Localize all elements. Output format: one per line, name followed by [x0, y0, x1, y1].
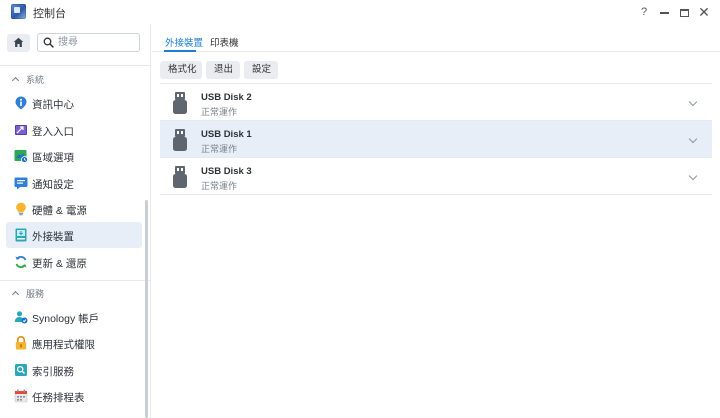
sidebar-item-label: Synology 帳戶	[32, 313, 100, 325]
info-icon	[15, 96, 27, 110]
sidebar-item-label: 外接裝置	[32, 231, 74, 243]
home-button[interactable]	[7, 34, 30, 52]
regional-options-icon	[14, 150, 28, 163]
device-status: 正常運作	[201, 181, 238, 191]
sidebar-item-label: 硬體 & 電源	[32, 205, 87, 217]
sidebar-item-login-portal[interactable]: 登入入口	[6, 117, 142, 143]
synology-account-icon	[14, 311, 28, 324]
chevron-down-icon[interactable]	[688, 171, 698, 181]
sidebar-item-label: 資訊中心	[32, 99, 74, 111]
collapse-caret-icon	[11, 76, 20, 85]
section-header-label: 服務	[26, 289, 45, 299]
main-panel: 外接裝置 印表機 格式化 退出 設定 USB Disk 2 正常運作 USB D…	[152, 24, 720, 418]
device-row-usb-disk-1[interactable]: USB Disk 1 正常運作	[160, 121, 712, 158]
sidebar-item-label: 任務排程表	[32, 392, 85, 404]
sidebar-item-task-scheduler[interactable]: 任務排程表	[6, 383, 142, 409]
device-row-usb-disk-3[interactable]: USB Disk 3 正常運作	[160, 158, 712, 195]
device-name: USB Disk 1	[201, 129, 252, 140]
sidebar-item-label: 區域選項	[32, 152, 74, 164]
settings-button[interactable]: 設定	[244, 61, 278, 79]
sidebar-scrollbar[interactable]	[145, 200, 148, 418]
help-button[interactable]: ?	[634, 2, 654, 22]
usb-drive-icon	[173, 166, 187, 188]
usb-drive-icon	[173, 92, 187, 114]
sidebar-item-label: 通知設定	[32, 179, 74, 191]
section-header-services[interactable]: 服務	[11, 287, 45, 301]
tab-printers[interactable]: 印表機	[210, 35, 239, 49]
minimize-button[interactable]	[654, 2, 674, 22]
usb-drive-icon	[173, 129, 187, 151]
sidebar-item-application-privileges[interactable]: 應用程式權限	[6, 330, 142, 356]
window-title: 控制台	[33, 8, 66, 20]
app-privileges-icon	[15, 336, 27, 350]
sidebar-item-indexing-service[interactable]: 索引服務	[6, 357, 142, 383]
notification-icon	[14, 177, 28, 190]
search-input[interactable]	[58, 36, 136, 49]
sidebar-item-regional-options[interactable]: 區域選項	[6, 143, 142, 169]
sidebar-item-info-center[interactable]: 資訊中心	[6, 90, 142, 116]
sidebar-item-label: 索引服務	[32, 366, 74, 378]
tab-bar: 外接裝置 印表機	[152, 24, 720, 52]
chevron-down-icon[interactable]	[688, 97, 698, 107]
hardware-power-icon	[16, 202, 26, 216]
login-portal-icon	[15, 125, 27, 135]
sidebar-divider	[0, 280, 151, 281]
device-row-usb-disk-2[interactable]: USB Disk 2 正常運作	[160, 84, 712, 121]
update-restore-icon	[15, 256, 27, 268]
collapse-caret-icon	[11, 290, 20, 299]
eject-button[interactable]: 退出	[206, 61, 240, 79]
chevron-down-icon[interactable]	[688, 134, 698, 144]
device-status: 正常運作	[201, 107, 238, 117]
device-name: USB Disk 2	[201, 92, 252, 103]
home-icon	[13, 37, 24, 47]
control-panel-app-icon	[11, 4, 26, 19]
device-status: 正常運作	[201, 144, 238, 154]
sidebar-item-notifications[interactable]: 通知設定	[6, 170, 142, 196]
device-list: USB Disk 2 正常運作 USB Disk 1 正常運作 USB Disk…	[160, 83, 712, 195]
active-tab-indicator	[164, 50, 196, 52]
external-devices-icon	[15, 228, 27, 242]
search-icon	[43, 37, 54, 48]
sidebar-item-label: 登入入口	[32, 126, 74, 138]
section-header-label: 系統	[26, 75, 45, 85]
close-button[interactable]: ✕	[694, 2, 714, 22]
tab-external-devices[interactable]: 外接裝置	[165, 35, 203, 49]
minimize-icon	[659, 12, 669, 14]
title-bar: 控制台 ? ✕	[0, 0, 720, 24]
sidebar: 系統 資訊中心 登入入口 區域選項 通知設	[0, 24, 151, 418]
sidebar-item-hardware-power[interactable]: 硬體 & 電源	[6, 196, 142, 222]
sidebar-item-label: 應用程式權限	[32, 339, 95, 351]
device-name: USB Disk 3	[201, 166, 252, 177]
task-scheduler-icon	[14, 389, 28, 403]
sidebar-divider	[0, 65, 151, 66]
sidebar-item-external-devices[interactable]: 外接裝置	[6, 222, 142, 248]
search-field[interactable]	[37, 33, 140, 52]
indexing-service-icon	[15, 364, 27, 376]
maximize-icon	[679, 8, 689, 17]
format-button[interactable]: 格式化	[160, 61, 202, 79]
section-header-system[interactable]: 系統	[11, 73, 45, 87]
sidebar-item-label: 更新 & 還原	[32, 258, 87, 270]
sidebar-item-synology-account[interactable]: Synology 帳戶	[6, 304, 142, 330]
maximize-button[interactable]	[674, 2, 694, 22]
sidebar-item-update-restore[interactable]: 更新 & 還原	[6, 249, 142, 275]
